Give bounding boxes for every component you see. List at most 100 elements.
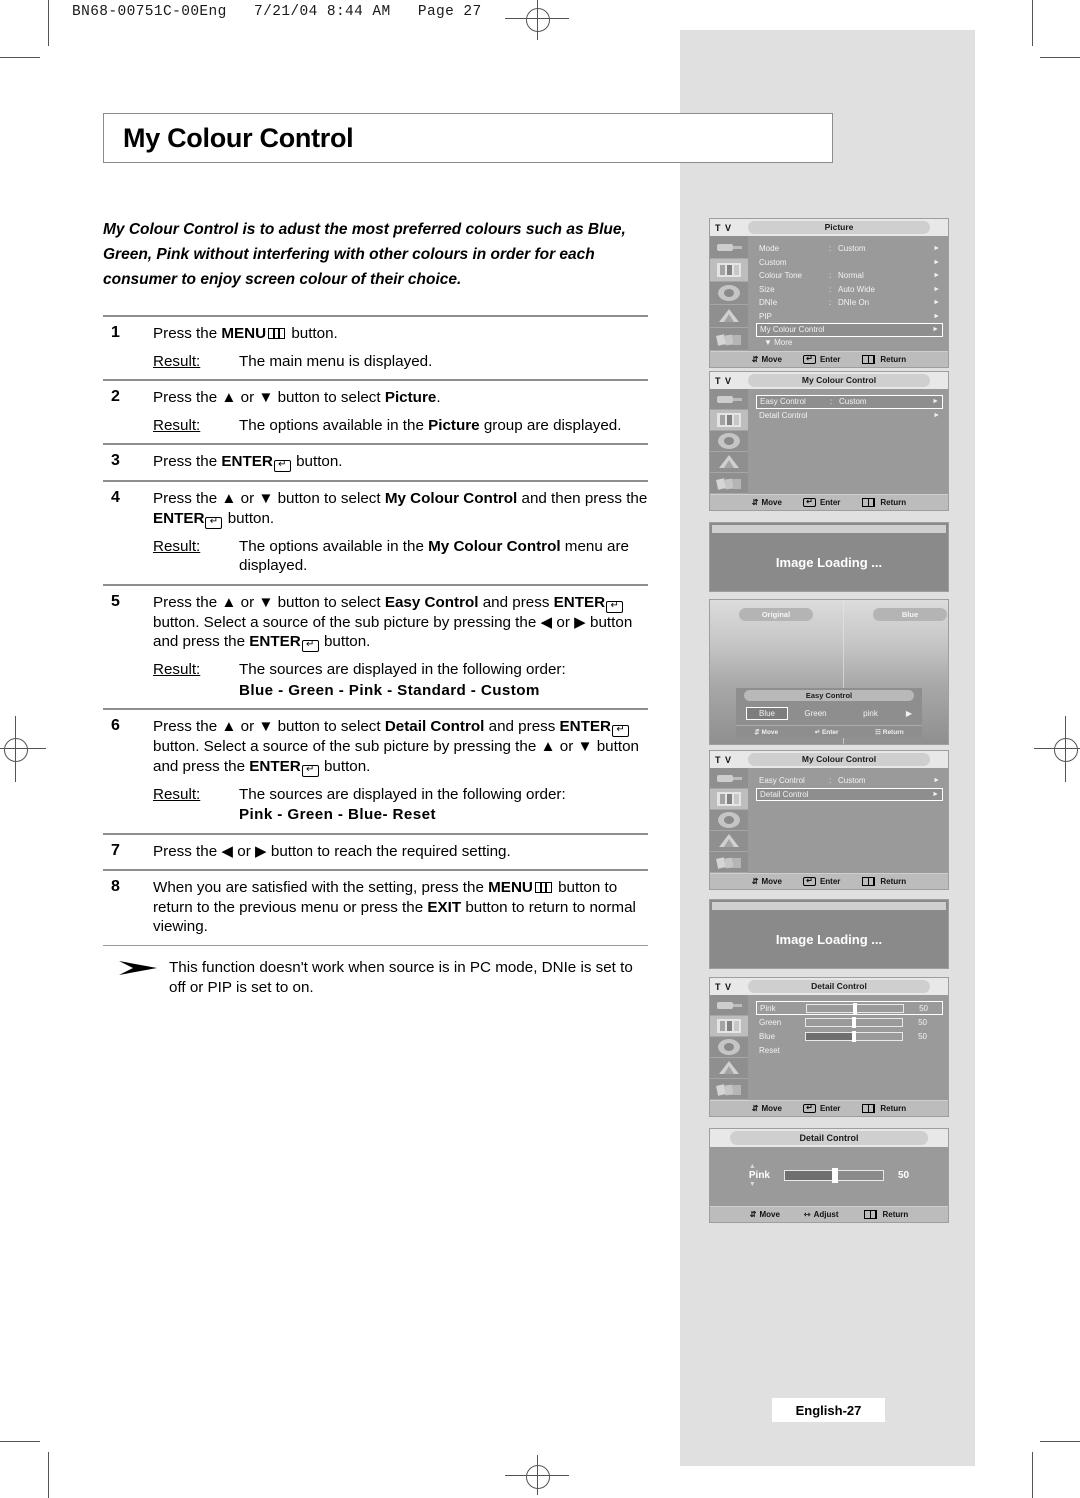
sidebar-icon-sound[interactable]: [710, 1037, 748, 1058]
enter-icon: ↵: [802, 497, 816, 507]
slider-row-pink[interactable]: Pink 50: [756, 1001, 943, 1015]
row-label: Detail Control: [760, 789, 809, 799]
sidebar-icon-sound[interactable]: [710, 282, 748, 305]
footer-return[interactable]: Return: [862, 1210, 908, 1219]
dc-value: 50: [898, 1170, 910, 1181]
footer-return[interactable]: Return: [860, 498, 906, 507]
osd-more[interactable]: ▼ More: [756, 338, 943, 347]
photo-tag-blue: Blue: [873, 608, 947, 621]
osd-row-easy-control[interactable]: Easy Control : Custom ►: [756, 395, 943, 409]
sidebar-icon-picture[interactable]: [710, 1016, 748, 1037]
easy-control-photo-panel: Original Blue Easy Control Blue Green pi…: [709, 599, 949, 745]
footer-move[interactable]: ⇵ Move: [754, 728, 778, 736]
sidebar-icon-channel[interactable]: [710, 452, 748, 473]
footer-adjust[interactable]: ⇿ Adjust: [804, 1210, 839, 1219]
footer-enter[interactable]: ↵ Enter: [802, 876, 840, 886]
footer-return[interactable]: Return: [860, 1104, 906, 1113]
sidebar-icon-setup[interactable]: [710, 328, 748, 351]
chevron-right-icon[interactable]: ▶: [898, 709, 912, 718]
easy-option-pink[interactable]: pink: [843, 709, 898, 718]
footer-return[interactable]: ☷ Return: [875, 728, 904, 736]
slider-knob[interactable]: [853, 1002, 857, 1014]
sidebar-icon-channel[interactable]: [710, 305, 748, 328]
footer-move[interactable]: ⇵ Move: [752, 877, 782, 886]
sidebar-icon-sound[interactable]: [710, 431, 748, 452]
dc-slider-knob[interactable]: [832, 1168, 839, 1183]
chevron-down-icon[interactable]: ▼: [749, 1181, 770, 1188]
osd-header: T V Detail Control: [710, 978, 948, 995]
chevron-right-icon: ►: [933, 272, 940, 280]
slider-knob[interactable]: [852, 1016, 856, 1028]
slider-track[interactable]: [806, 1002, 904, 1014]
r2b: Picture: [428, 416, 480, 434]
sidebar-icon-input[interactable]: [710, 389, 748, 410]
sidebar-icon-setup[interactable]: [710, 1079, 748, 1100]
slider-row-reset[interactable]: Reset: [756, 1043, 943, 1057]
osd-row-mode[interactable]: Mode : Custom ►: [756, 242, 943, 256]
slider-track[interactable]: [805, 1016, 903, 1028]
footer-enter[interactable]: ↵ Enter: [802, 354, 840, 364]
row-label: Colour Tone: [759, 271, 802, 281]
footer-move[interactable]: ⇵ Move: [750, 1210, 780, 1219]
enter-icon: ↵: [802, 354, 816, 364]
row-label: DNIe: [759, 298, 778, 308]
sidebar-icon-setup[interactable]: [710, 852, 748, 873]
footer-enter[interactable]: ↵ Enter: [815, 728, 839, 736]
enter-icon: ↵: [273, 460, 291, 472]
enter-icon: ↵: [612, 725, 630, 737]
osd-row-detail-control[interactable]: Detail Control ►: [756, 409, 943, 423]
chevron-up-icon[interactable]: ▲: [749, 1163, 770, 1170]
step-6-post: button.: [319, 757, 371, 775]
sidebar-icon-input[interactable]: [710, 995, 748, 1016]
osd-title: Detail Control: [748, 980, 930, 993]
step-text: Press the ▲ or ▼ button to select Pictur…: [153, 388, 648, 435]
sidebar-icon-picture[interactable]: [710, 410, 748, 431]
enter-icon: ↵: [205, 516, 223, 529]
footer-move[interactable]: ⇵ Move: [752, 1104, 782, 1113]
enter-icon: ↵: [802, 876, 816, 886]
easy-option-green[interactable]: Green: [788, 709, 843, 718]
row-label: Detail Control: [759, 410, 808, 420]
crop-mark-tr-v: [1032, 0, 1033, 46]
osd-row-my-colour-control[interactable]: My Colour Control ►: [756, 323, 943, 337]
step-2-result: Result: The options available in the Pic…: [153, 416, 648, 436]
arrow-glyph: [119, 961, 157, 975]
easy-option-blue[interactable]: Blue: [746, 707, 788, 720]
sidebar-icon-channel[interactable]: [710, 1058, 748, 1079]
step-5-mid: and press: [478, 593, 554, 611]
menu-icon: [862, 355, 876, 364]
osd-row-custom[interactable]: Custom ►: [756, 256, 943, 270]
sidebar-icon-channel[interactable]: [710, 831, 748, 852]
sidebar-icon-picture[interactable]: [710, 789, 748, 810]
footer-move[interactable]: ⇵ Move: [752, 498, 782, 507]
step-6-pre: Press the ▲ or ▼ button to select: [153, 718, 385, 735]
osd-row-detail-control[interactable]: Detail Control ►: [756, 787, 943, 801]
slider-value: 50: [918, 1017, 927, 1027]
footer-return[interactable]: Return: [860, 355, 906, 364]
chevron-right-icon: ►: [933, 285, 940, 293]
sidebar-icon-input[interactable]: [710, 236, 748, 259]
osd-row-size[interactable]: Size : Auto Wide ►: [756, 283, 943, 297]
footer-move[interactable]: ⇵ Move: [752, 355, 782, 364]
sidebar-icon-picture[interactable]: [710, 259, 748, 282]
osd-row-pip[interactable]: PIP ►: [756, 310, 943, 324]
sidebar-icon-input[interactable]: [710, 768, 748, 789]
step-number: 1: [111, 324, 120, 341]
sidebar-icon-sound[interactable]: [710, 810, 748, 831]
row-value: Auto Wide: [838, 284, 875, 294]
osd-row-colour-tone[interactable]: Colour Tone : Normal ►: [756, 269, 943, 283]
osd-row-easy-control[interactable]: Easy Control : Custom ►: [756, 774, 943, 788]
slider-row-blue[interactable]: Blue 50: [756, 1029, 943, 1043]
footer-enter[interactable]: ↵ Enter: [802, 497, 840, 507]
footer-return[interactable]: Return: [860, 877, 906, 886]
dc-slider-track[interactable]: [784, 1168, 884, 1183]
footer-return-label: Return: [882, 1210, 909, 1219]
slider-track[interactable]: [805, 1030, 903, 1042]
step-8: 8 When you are satisfied with the settin…: [103, 871, 648, 945]
sidebar-icon-setup[interactable]: [710, 473, 748, 494]
slider-row-green[interactable]: Green 50: [756, 1015, 943, 1029]
osd-footer: ⇵ Move ↵ Enter Return: [710, 494, 948, 510]
osd-row-dnie[interactable]: DNIe : DNIe On ►: [756, 296, 943, 310]
slider-knob[interactable]: [852, 1030, 856, 1042]
footer-enter[interactable]: ↵ Enter: [802, 1103, 840, 1113]
